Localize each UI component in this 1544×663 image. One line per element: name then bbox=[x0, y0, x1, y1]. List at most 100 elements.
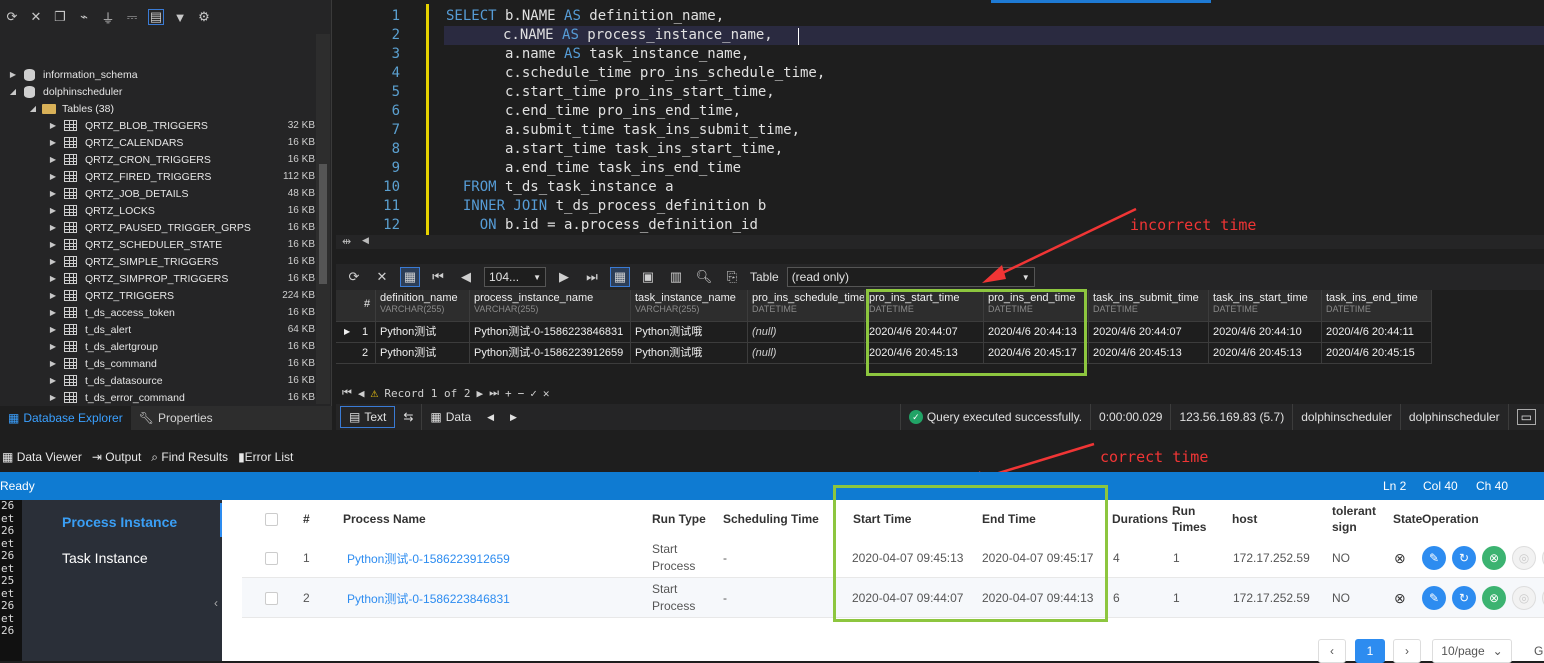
rerun-icon[interactable]: ↻ bbox=[1452, 586, 1476, 610]
stop-icon[interactable]: ⊗ bbox=[1482, 586, 1506, 610]
grid-cell[interactable]: 2020/4/6 20:45:15 bbox=[1322, 343, 1432, 364]
grid-column-header[interactable]: task_ins_start_time DATETIME bbox=[1209, 290, 1322, 322]
sidebar-item-task-instance[interactable]: Task Instance bbox=[62, 550, 148, 566]
tab-text[interactable]: ▤ Text bbox=[340, 406, 396, 428]
database-settings-icon[interactable]: ⚙ bbox=[196, 9, 212, 25]
grid-cell[interactable]: (null) bbox=[748, 322, 865, 343]
code-line[interactable]: INNER JOIN t_ds_process_definition b bbox=[446, 197, 766, 216]
grid-cell[interactable]: Python测试-0-1586223846831 bbox=[470, 322, 631, 343]
tab-data-viewer[interactable]: ▦ Data Viewer bbox=[2, 450, 82, 464]
expand-arrow-icon[interactable]: ▶ bbox=[48, 189, 58, 198]
pagination-next[interactable]: › bbox=[1393, 639, 1421, 663]
code-line[interactable]: a.name AS task_instance_name, bbox=[446, 45, 749, 64]
expand-arrow-icon[interactable]: ▶ bbox=[48, 257, 58, 266]
rerun-icon[interactable]: ↻ bbox=[1452, 546, 1476, 570]
tree-table-item[interactable]: ▶ t_ds_alert 64 KB bbox=[0, 321, 315, 338]
table-view-icon[interactable]: ▦ bbox=[610, 267, 630, 287]
swap-button[interactable]: ⇆ bbox=[395, 404, 423, 430]
collapse-arrow-icon[interactable]: ◢ bbox=[8, 87, 18, 96]
tree-table-item[interactable]: ▶ QRTZ_JOB_DETAILS 48 KB bbox=[0, 185, 315, 202]
tree-table-item[interactable]: ▶ QRTZ_SCHEDULER_STATE 16 KB bbox=[0, 236, 315, 253]
sql-editor[interactable]: 1 2 3 4 5 6 7 8 9 10 11 12 SELECT b.NAME AS definit… bbox=[336, 0, 1544, 235]
expand-arrow-icon[interactable]: ▶ bbox=[48, 206, 58, 215]
editor-horizontal-scrollbar[interactable]: ⇹ ◀ bbox=[336, 235, 1544, 249]
tab-database-explorer[interactable]: ▦ Database Explorer bbox=[0, 406, 131, 430]
columns-icon[interactable]: ▥ bbox=[666, 267, 686, 287]
tab-properties[interactable]: 🔧︎ Properties bbox=[131, 406, 221, 430]
code-line[interactable]: a.start_time task_ins_start_time, bbox=[446, 140, 783, 159]
select-all-checkbox[interactable] bbox=[265, 500, 278, 538]
tree-table-item[interactable]: ▶ t_ds_command 16 KB bbox=[0, 355, 315, 372]
code-line[interactable]: c.start_time pro_ins_start_time, bbox=[446, 83, 775, 102]
limit-select[interactable]: 104... ▼ bbox=[484, 267, 546, 287]
refresh-icon[interactable]: ⟳ bbox=[344, 267, 364, 287]
explorer-scrollbar[interactable] bbox=[316, 34, 330, 404]
export-icon[interactable]: ⎘ bbox=[722, 267, 742, 287]
code-line[interactable]: a.end_time task_ins_end_time bbox=[446, 159, 741, 178]
tree-table-item[interactable]: ▶ QRTZ_CRON_TRIGGERS 16 KB bbox=[0, 151, 315, 168]
panel-toggle-button[interactable]: ▭ bbox=[1509, 404, 1544, 430]
grid-cell[interactable]: Python测试-0-1586223912659 bbox=[470, 343, 631, 364]
grid-cell[interactable]: Python测试哦 bbox=[631, 322, 748, 343]
pagination-prev[interactable]: ‹ bbox=[1318, 639, 1346, 663]
checkbox[interactable] bbox=[265, 578, 278, 618]
expand-arrow-icon[interactable]: ▶ bbox=[48, 325, 58, 334]
grid-row-header[interactable]: ▶ 1 bbox=[336, 322, 376, 343]
card-view-icon[interactable]: ▣ bbox=[638, 267, 658, 287]
expand-arrow-icon[interactable]: ▶ bbox=[48, 308, 58, 317]
tree-table-item[interactable]: ▶ QRTZ_FIRED_TRIGGERS 112 KB bbox=[0, 168, 315, 185]
expand-arrow-icon[interactable]: ▶ bbox=[48, 155, 58, 164]
tree-db-dolphinscheduler[interactable]: ◢ dolphinscheduler bbox=[0, 83, 315, 100]
tree-table-item[interactable]: ▶ QRTZ_BLOB_TRIGGERS 32 KB bbox=[0, 117, 315, 134]
grid-column-header[interactable]: process_instance_name VARCHAR(255) bbox=[470, 290, 631, 322]
grid-column-header[interactable]: task_ins_end_time DATETIME bbox=[1322, 290, 1432, 322]
refresh-icon[interactable]: ⟳ bbox=[4, 9, 20, 25]
expand-arrow-icon[interactable]: ▶ bbox=[8, 70, 18, 79]
next-page-icon[interactable]: ▶ bbox=[554, 267, 574, 287]
code-line[interactable]: ON b.id = a.process_definition_id bbox=[446, 216, 758, 235]
expand-arrow-icon[interactable]: ▶ bbox=[48, 172, 58, 181]
edit-icon[interactable]: ✎ bbox=[1422, 546, 1446, 570]
tree-table-item[interactable]: ▶ QRTZ_CALENDARS 16 KB bbox=[0, 134, 315, 151]
tree-table-item[interactable]: ▶ QRTZ_SIMPLE_TRIGGERS 16 KB bbox=[0, 253, 315, 270]
tree-table-item[interactable]: ▶ t_ds_access_token 16 KB bbox=[0, 304, 315, 321]
sidebar-item-process-instance[interactable]: Process Instance bbox=[62, 514, 177, 530]
tree-db-information-schema[interactable]: ▶ information_schema bbox=[0, 66, 315, 83]
code-line[interactable]: c.NAME AS process_instance_name, bbox=[444, 26, 1544, 45]
scroll-left-icon[interactable]: ◀ bbox=[487, 412, 494, 423]
search-icon[interactable]: 🔍︎ bbox=[694, 267, 714, 287]
grid-cell[interactable]: 2020/4/6 20:44:10 bbox=[1209, 322, 1322, 343]
expand-arrow-icon[interactable]: ▶ bbox=[48, 274, 58, 283]
grid-cell[interactable]: 2020/4/6 20:45:13 bbox=[1209, 343, 1322, 364]
tree-table-item[interactable]: ▶ t_ds_datasource 16 KB bbox=[0, 372, 315, 389]
tree-table-item[interactable]: ▶ QRTZ_TRIGGERS 224 KB bbox=[0, 287, 315, 304]
first-record-icon[interactable]: ⏮ bbox=[342, 386, 352, 400]
checkbox[interactable] bbox=[265, 512, 278, 526]
row-checkbox[interactable] bbox=[265, 551, 278, 565]
disconnect-icon[interactable]: ⏚ bbox=[100, 9, 116, 26]
page-size-select[interactable]: 10/page ⌄ bbox=[1432, 639, 1512, 663]
add-record-icon[interactable]: + bbox=[505, 387, 512, 400]
grid-cell[interactable]: 2020/4/6 20:44:11 bbox=[1322, 322, 1432, 343]
pause-icon[interactable]: ◎ bbox=[1512, 586, 1536, 610]
tab-error-list[interactable]: ▮Error List bbox=[238, 450, 293, 464]
collapse-icon[interactable]: ▤ bbox=[148, 9, 164, 25]
plug-icon[interactable]: ⎓ bbox=[124, 9, 140, 25]
close-icon[interactable]: ✕ bbox=[28, 9, 44, 25]
grid-column-header[interactable]: definition_name VARCHAR(255) bbox=[376, 290, 470, 322]
expand-arrow-icon[interactable]: ▶ bbox=[48, 223, 58, 232]
pagination-page[interactable]: 1 bbox=[1355, 639, 1385, 663]
expand-arrow-icon[interactable]: ▶ bbox=[48, 359, 58, 368]
grid-column-header[interactable]: task_ins_submit_time DATETIME bbox=[1089, 290, 1209, 322]
expand-arrow-icon[interactable]: ▶ bbox=[48, 121, 58, 130]
apply-icon[interactable]: ✓ bbox=[530, 387, 537, 400]
connect-icon[interactable]: ⌁ bbox=[76, 9, 92, 25]
grid-column-header[interactable]: task_instance_name VARCHAR(255) bbox=[631, 290, 748, 322]
stop-icon[interactable]: ⊗ bbox=[1482, 546, 1506, 570]
prev-page-icon[interactable]: ◀ bbox=[456, 267, 476, 287]
grid-column-header[interactable]: pro_ins_schedule_time DATETIME bbox=[748, 290, 865, 322]
next-record-icon[interactable]: ▶ bbox=[476, 387, 483, 400]
expand-arrow-icon[interactable]: ▶ bbox=[48, 376, 58, 385]
grid-cell[interactable]: 2020/4/6 20:44:07 bbox=[1089, 322, 1209, 343]
first-page-icon[interactable]: ⏮ bbox=[428, 267, 448, 287]
